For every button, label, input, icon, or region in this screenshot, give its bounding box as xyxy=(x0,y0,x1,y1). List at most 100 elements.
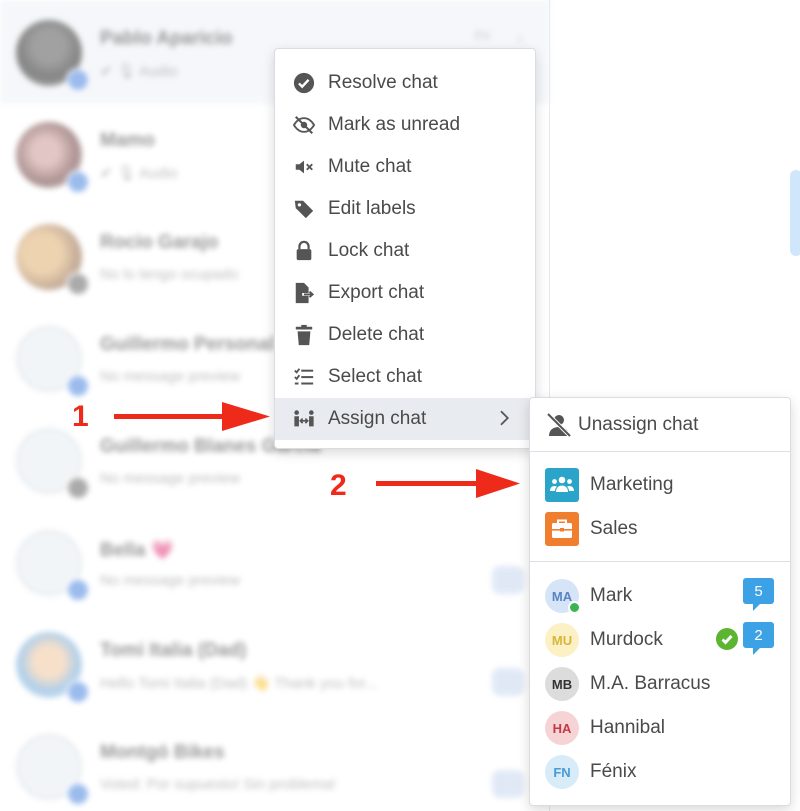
file-export-icon xyxy=(291,280,317,306)
agent-item-fenix[interactable]: FN Fénix xyxy=(530,750,790,794)
tasks-icon xyxy=(291,364,317,390)
menu-item-export-chat[interactable]: Export chat xyxy=(275,272,535,314)
agent-item-murdock[interactable]: MU Murdock 2 xyxy=(530,618,790,662)
eye-slash-icon xyxy=(291,112,317,138)
menu-item-select-chat[interactable]: Select chat xyxy=(275,356,535,398)
agent-name: Hannibal xyxy=(590,717,665,738)
chat-name: Rocio Garajo xyxy=(100,232,219,253)
agent-name: Murdock xyxy=(590,629,663,650)
assigned-chat-count-badge: 2 xyxy=(743,622,774,655)
agent-name: M.A. Barracus xyxy=(590,673,711,694)
avatar-initials: FN xyxy=(553,764,571,780)
agent-item-ma-barracus[interactable]: MB M.A. Barracus xyxy=(530,662,790,706)
lock-icon xyxy=(291,238,317,264)
user-slash-icon xyxy=(546,412,572,438)
chevron-right-icon xyxy=(495,409,513,433)
team-label: Marketing xyxy=(590,474,674,495)
avatar-initials: MB xyxy=(551,676,573,692)
menu-item-lock-chat[interactable]: Lock chat xyxy=(275,230,535,272)
chat-name: Montgó Bikes xyxy=(100,742,225,763)
online-status-dot xyxy=(568,601,581,614)
chat-name: Mamo xyxy=(100,130,155,151)
menu-item-label: Edit labels xyxy=(328,198,416,219)
chat-name: Pablo Aparicio xyxy=(100,28,233,49)
submenu-divider xyxy=(530,451,790,452)
chat-list-row[interactable]: Bella 💗 No message preview xyxy=(0,510,550,614)
unassign-chat-label: Unassign chat xyxy=(578,414,699,435)
channel-badge-icon xyxy=(66,272,90,296)
channel-badge-icon xyxy=(66,170,90,194)
channel-badge-icon xyxy=(66,680,90,704)
channel-badge-icon xyxy=(66,578,90,602)
submenu-divider xyxy=(530,561,790,562)
assigned-chat-count-badge: 5 xyxy=(743,578,774,611)
tag-icon xyxy=(291,196,317,222)
avatar-initials: HA xyxy=(552,720,572,736)
menu-item-resolve-chat[interactable]: Resolve chat xyxy=(275,62,535,104)
menu-item-label: Resolve chat xyxy=(328,72,438,93)
team-item-sales[interactable]: Sales xyxy=(530,507,790,551)
chat-preview: No lo tengo ocupado xyxy=(100,266,239,283)
menu-item-edit-labels[interactable]: Edit labels xyxy=(275,188,535,230)
check-circle-icon xyxy=(291,70,317,96)
avatar: HA xyxy=(545,711,579,745)
agent-item-hannibal[interactable]: HA Hannibal xyxy=(530,706,790,750)
channel-badge-icon xyxy=(66,374,90,398)
channel-badge-icon xyxy=(66,782,90,806)
avatar: FN xyxy=(545,755,579,789)
avatar-initials: MA xyxy=(551,588,573,604)
avatar: MU xyxy=(545,623,579,657)
menu-item-delete-chat[interactable]: Delete chat xyxy=(275,314,535,356)
chat-context-menu: Resolve chat Mark as unread Mute chat Ed… xyxy=(274,48,536,449)
trash-icon xyxy=(291,322,317,348)
menu-item-label: Mark as unread xyxy=(328,114,461,135)
chat-preview: Voted: Por supuesto! Sin problema! xyxy=(100,776,336,793)
menu-item-label: Select chat xyxy=(328,366,422,387)
right-panel-tab xyxy=(790,170,800,256)
avatar: MA xyxy=(545,579,581,614)
chat-list-row[interactable]: Montgó Bikes Voted: Por supuesto! Sin pro… xyxy=(0,714,550,811)
chat-preview: Hello Tomi Italia (Dad) 👋 Thank you for.… xyxy=(100,675,378,692)
menu-item-label: Mute chat xyxy=(328,156,412,177)
chat-preview: ✔ 🎙 Audio xyxy=(100,165,178,182)
unread-badge xyxy=(492,770,524,798)
agent-name: Mark xyxy=(590,585,633,606)
chevron-down-icon[interactable]: ⌄ xyxy=(514,28,526,45)
menu-item-label: Delete chat xyxy=(328,324,425,345)
unassign-chat-item[interactable]: Unassign chat xyxy=(530,404,790,446)
chat-preview: No message preview xyxy=(100,368,241,385)
menu-item-label: Export chat xyxy=(328,282,425,303)
chat-preview: No message preview xyxy=(100,572,241,589)
chat-time: Fri xyxy=(474,28,490,43)
menu-item-assign-chat[interactable]: Assign chat xyxy=(275,398,535,440)
menu-item-mark-as-unread[interactable]: Mark as unread xyxy=(275,104,535,146)
unread-badge xyxy=(492,566,524,594)
menu-item-label: Lock chat xyxy=(328,240,410,261)
channel-badge-icon xyxy=(66,476,90,500)
step-1-arrow xyxy=(114,402,270,431)
chat-list-row[interactable]: Tomi Italia (Dad) Hello Tomi Italia (Dad)… xyxy=(0,612,550,716)
menu-item-mute-chat[interactable]: Mute chat xyxy=(275,146,535,188)
people-arrows-icon xyxy=(291,406,317,432)
users-icon xyxy=(545,468,579,502)
assign-submenu: Unassign chat Marketing Sales MA Mark 5 … xyxy=(529,397,791,806)
avatar: MB xyxy=(545,667,579,701)
chat-preview: No message preview xyxy=(100,470,241,487)
step-2-label: 2 xyxy=(330,469,347,502)
briefcase-icon xyxy=(545,512,579,546)
chat-name: Tomi Italia (Dad) xyxy=(100,640,247,661)
chat-preview: ✔ 🎙 Audio xyxy=(100,63,178,80)
agent-item-mark[interactable]: MA Mark 5 xyxy=(530,574,790,618)
chat-name: Bella 💗 xyxy=(100,540,175,561)
step-1-label: 1 xyxy=(72,400,89,433)
unread-badge xyxy=(492,668,524,696)
team-label: Sales xyxy=(590,518,638,539)
mute-icon xyxy=(291,154,317,180)
team-item-marketing[interactable]: Marketing xyxy=(530,463,790,507)
channel-badge-icon xyxy=(66,68,90,92)
agent-name: Fénix xyxy=(590,761,637,782)
menu-item-label: Assign chat xyxy=(328,408,427,429)
avatar-initials: MU xyxy=(551,632,573,648)
chat-name: Guillermo Personal xyxy=(100,334,275,355)
step-2-arrow xyxy=(376,469,520,498)
